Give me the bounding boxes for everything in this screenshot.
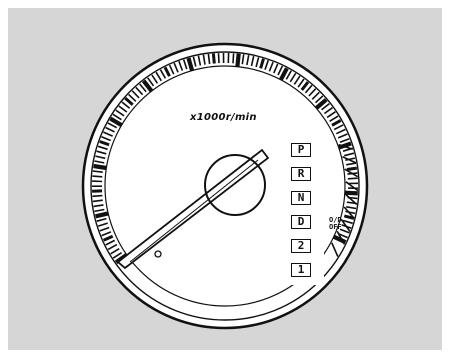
gauge-minor-tick — [347, 177, 358, 180]
gear-indicator-d: D — [291, 215, 311, 229]
needle-stop-pin — [154, 250, 162, 258]
gauge-minor-tick — [232, 53, 235, 64]
gauge-major-tick — [344, 190, 358, 196]
gauge-major-tick — [93, 163, 107, 171]
gauge-minor-tick — [211, 53, 216, 64]
gauge-minor-tick — [217, 53, 220, 64]
gauge-minor-tick — [92, 175, 103, 178]
gauge-minor-tick — [92, 194, 103, 198]
gauge-major-tick — [235, 53, 241, 67]
gear-indicator-2: 2 — [291, 239, 311, 253]
gauge-major-tick — [95, 211, 109, 219]
od-off-line-2: OFF — [329, 223, 342, 231]
gear-indicator-n: N — [291, 191, 311, 205]
gear-indicator-r: R — [291, 167, 311, 181]
rpm-unit-label: x1000r/min — [190, 112, 257, 123]
od-off-indicator: O/D OFF — [329, 217, 342, 231]
shift-indicator: P R N D 2 1 — [284, 137, 324, 285]
gear-indicator-1: 1 — [291, 263, 311, 277]
screenshot-frame: x1000r/min P R N D 2 1 O/D OFF — [0, 0, 450, 358]
gear-indicator-p: P — [291, 143, 311, 157]
gauge-minor-tick — [346, 166, 358, 171]
tachometer-gauge — [81, 42, 369, 330]
